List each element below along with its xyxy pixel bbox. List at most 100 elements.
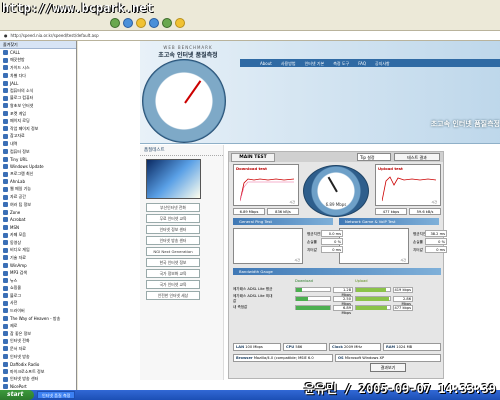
link-icon (3, 346, 8, 352)
sidebar-item[interactable]: 사전 (0, 300, 76, 308)
sidebar-item[interactable]: Zone (0, 208, 76, 216)
link-icon (3, 126, 8, 132)
sidebar-item[interactable]: 포켓 게임 (0, 110, 76, 118)
sidebar-item[interactable]: WinAmp (0, 262, 76, 270)
sidebar-item-label: Zone (10, 209, 21, 215)
nav-tools[interactable]: 측정 도구 (333, 61, 349, 67)
sidebar-item[interactable]: 페이지 로딩 (0, 117, 76, 125)
sidebar-item[interactable]: 컴퓨터 정보 (0, 148, 76, 156)
start-button[interactable]: start (0, 390, 34, 400)
sidebar-item[interactable]: CALL (0, 49, 76, 57)
tab-main-test[interactable]: MAIN TEST (231, 153, 275, 162)
left-link-8[interactable]: 안전한 인터넷 세상 (146, 291, 200, 300)
download-value: 2.50 Mbps (333, 295, 353, 306)
sidebar-item[interactable]: 동영상 (0, 239, 76, 247)
back-icon[interactable] (110, 18, 120, 28)
sidebar-item[interactable]: 인터넷 전화 (0, 338, 76, 346)
nav-usage[interactable]: 사용방법 (281, 61, 296, 67)
favorites-icon[interactable] (136, 18, 146, 28)
sidebar-item-label: 차별 다다 (10, 72, 26, 78)
sidebar-item[interactable]: 비디오 게임 (0, 246, 76, 254)
sidebar-item[interactable]: 드라이버 (0, 307, 76, 315)
sidebar-item[interactable]: 뉴스 (0, 277, 76, 285)
sidebar-item-label: 참 좋은 정보 (10, 330, 31, 336)
left-link-0[interactable]: 부산인터넷 전화 (146, 203, 200, 212)
sidebar-item[interactable]: 블로그 (0, 292, 76, 300)
sidebar-item[interactable]: 기술 자료 (0, 254, 76, 262)
sidebar-item[interactable]: 블로그 컴퓨터 (0, 95, 76, 103)
test-result-button[interactable]: 테스트 결과 (394, 153, 440, 161)
sidebar-item[interactable]: 가이드 시스 (0, 64, 76, 72)
left-link-5[interactable]: 한국 인터넷 정보 (146, 258, 200, 267)
sidebar-item[interactable]: 마이크로소프트 정보 (0, 368, 76, 376)
sidebar-item[interactable]: 인터넷 방송 (0, 353, 76, 361)
sidebar-item[interactable]: JALL (0, 79, 76, 87)
link-icon (3, 88, 8, 94)
brand-logo: WEB BENCHMARK 초고속 인터넷 품질측정 (140, 45, 236, 59)
link-icon (3, 232, 8, 238)
sidebar-item-label: 왕초보 인터넷 (10, 102, 34, 108)
download-bar-fill (296, 288, 303, 292)
link-icon (3, 240, 8, 246)
nav-basics[interactable]: 인터넷 기본 (305, 61, 325, 67)
sidebar-item[interactable]: 자료 공간 (0, 193, 76, 201)
sidebar-item-label: 가이드 시스 (10, 64, 30, 70)
sidebar-item-label: 포켓 게임 (10, 110, 26, 116)
system-row-1: LAN 100 Mbps CPU 586 Clock 2009 MHz RAM … (233, 343, 441, 351)
sidebar-item-label: 인터넷 방송 센터 (10, 376, 39, 382)
sidebar-item[interactable]: 웹 메일 기능 (0, 186, 76, 194)
sidebar-item[interactable]: 내역 (0, 140, 76, 148)
left-link-3[interactable]: 인터넷 방송 센터 (146, 236, 200, 245)
nav-faq[interactable]: FAQ (358, 61, 366, 67)
sidebar-item[interactable]: MP3 검색 (0, 269, 76, 277)
tip-select[interactable]: Tip 설정 (357, 153, 391, 161)
left-link-2[interactable]: 인터넷 정보 센터 (146, 225, 200, 234)
left-link-1[interactable]: 무료 인터넷 교육 (146, 214, 200, 223)
sidebar-item[interactable]: 여러 팁 정보 (0, 201, 76, 209)
sidebar-item[interactable]: Daffodix Radio (0, 360, 76, 368)
nav-about[interactable]: About (260, 61, 272, 67)
ping-right-xlabel: 시간 (400, 258, 406, 262)
sidebar-item[interactable]: 깨끗한방 (0, 57, 76, 65)
left-link-4[interactable]: NGI Next Generation (146, 247, 200, 256)
sidebar-item-label: Windows Update (10, 164, 44, 170)
upload-value: 419 kbps (393, 286, 413, 293)
sidebar-item[interactable]: AhnLab (0, 178, 76, 186)
nav-notice[interactable]: 공지사항 (375, 61, 390, 67)
favorites-sidebar: 즐겨찾기 CALL 깨끗한방 가이드 시스 차별 다다 JALL 컴퓨터의 소식 블로그 컴… (0, 41, 77, 398)
link-icon (3, 354, 8, 360)
sidebar-item[interactable]: Acrobat (0, 216, 76, 224)
sidebar-item[interactable]: 컴퓨터의 소식 (0, 87, 76, 95)
promo-image[interactable] (146, 159, 201, 199)
ping-left-value: 0.0 ms 0 % 0 ms (321, 230, 343, 254)
sidebar-item[interactable]: 참 좋은 정보 (0, 330, 76, 338)
download-bar-fill (296, 297, 309, 301)
sidebar-item[interactable]: The Way of Heaven - 방송 (0, 315, 76, 323)
legend-download: Download (295, 278, 313, 283)
sidebar-item[interactable]: 카페 모음 (0, 231, 76, 239)
sidebar-item[interactable]: Windows Update (0, 163, 76, 171)
sidebar-item[interactable]: 문서 자료 (0, 345, 76, 353)
forward-icon[interactable] (123, 18, 133, 28)
sidebar-item[interactable]: 왕초보 인터넷 (0, 102, 76, 110)
ping-left-xlabel: 시간 (294, 258, 300, 262)
sidebar-item[interactable]: MSN (0, 224, 76, 232)
sidebar-item[interactable]: 참고자료 (0, 133, 76, 141)
address-bar[interactable]: ● http://speed.nia.or.kr/speed/test/defa… (0, 31, 500, 41)
result-button[interactable]: 결과보기 (370, 363, 406, 372)
mail-icon[interactable] (162, 18, 172, 28)
link-icon (3, 247, 8, 253)
link-icon (3, 133, 8, 139)
left-link-7[interactable]: 국가 인터넷 교육 (146, 280, 200, 289)
taskbar-task[interactable]: 인터넷 품질 측정 (37, 391, 76, 399)
sidebar-item[interactable]: 인터넷 방송 센터 (0, 376, 76, 384)
sidebar-item[interactable]: Tiny URL (0, 155, 76, 163)
history-icon[interactable] (149, 18, 159, 28)
sidebar-item[interactable]: 쇼핑몰 (0, 284, 76, 292)
sidebar-item[interactable]: 작업 페이지 정보 (0, 125, 76, 133)
sidebar-item[interactable]: 프로그램 최신 (0, 171, 76, 179)
sidebar-item[interactable]: 차별 다다 (0, 72, 76, 80)
folder-icon[interactable] (175, 18, 185, 28)
sidebar-item[interactable]: 제로 (0, 322, 76, 330)
left-link-6[interactable]: 국가 정보화 교육 (146, 269, 200, 278)
